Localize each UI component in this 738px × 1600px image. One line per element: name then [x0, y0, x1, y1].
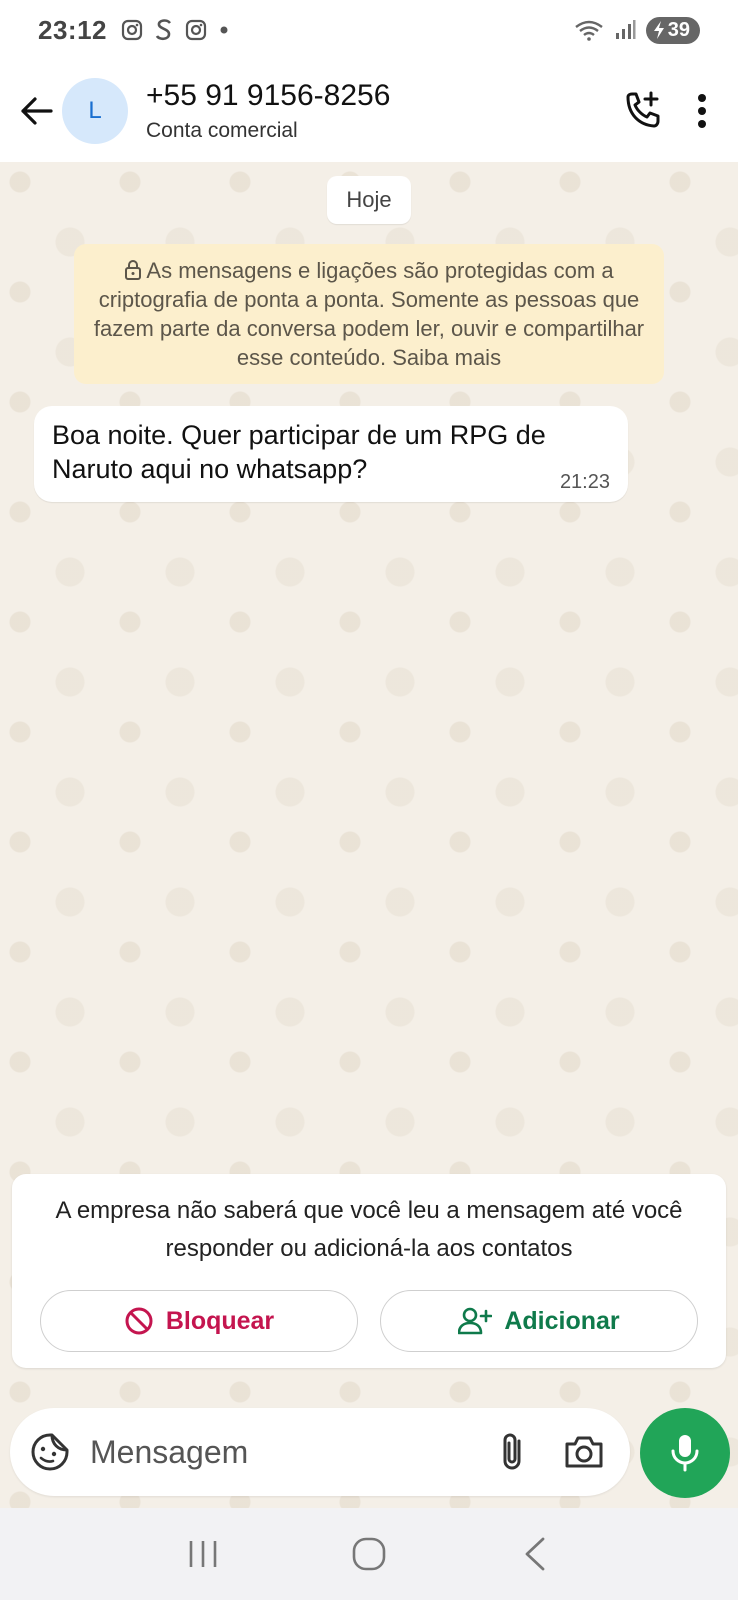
arrow-left-icon	[21, 97, 53, 125]
status-bar: 23:12 39	[0, 0, 738, 60]
message-composer	[10, 1408, 630, 1496]
instagram-icon	[121, 19, 143, 41]
message-bubble[interactable]: Boa noite. Quer participar de um RPG de …	[34, 406, 628, 502]
header-actions	[620, 89, 712, 133]
sticker-emoji-icon	[31, 1433, 69, 1471]
voice-message-button[interactable]	[640, 1408, 730, 1498]
business-notice-text: A empresa não saberá que você leu a mens…	[55, 1197, 683, 1262]
instagram-icon	[185, 19, 207, 41]
add-call-button[interactable]	[620, 89, 664, 133]
dot-icon	[220, 26, 228, 34]
sticker-button[interactable]	[28, 1430, 72, 1474]
system-nav-bar	[0, 1508, 738, 1600]
home-icon	[352, 1537, 386, 1571]
battery-indicator: 39	[645, 16, 700, 44]
message-text: Boa noite. Quer participar de um RPG de …	[52, 420, 546, 484]
more-vertical-icon	[698, 94, 706, 128]
chat-area[interactable]: Hoje As mensagens e ligações são protegi…	[0, 162, 738, 1508]
back-button[interactable]	[6, 81, 66, 141]
phone-add-icon	[626, 91, 660, 128]
recent-apps-button[interactable]	[173, 1524, 233, 1584]
signal-icon	[615, 20, 636, 39]
date-label: Hoje	[346, 187, 392, 212]
contact-name: +55 91 9156-8256	[146, 79, 391, 112]
encryption-notice-text: As mensagens e ligações são protegidas c…	[93, 258, 645, 370]
battery-charging-icon	[653, 21, 664, 39]
person-add-icon	[458, 1307, 493, 1335]
chat-header: L +55 91 9156-8256 Conta comercial	[0, 60, 738, 162]
microphone-icon	[671, 1435, 699, 1472]
recent-apps-icon	[189, 1541, 217, 1567]
encryption-notice[interactable]: As mensagens e ligações são protegidas c…	[74, 244, 664, 384]
block-icon	[125, 1307, 153, 1335]
avatar[interactable]: L	[62, 78, 128, 144]
contact-info[interactable]: +55 91 9156-8256 Conta comercial	[146, 79, 390, 143]
message-input[interactable]	[90, 1433, 450, 1471]
status-time: 23:12	[38, 14, 107, 45]
status-system-icons: 39	[574, 16, 700, 44]
camera-icon	[565, 1436, 603, 1468]
more-options-button[interactable]	[692, 89, 712, 133]
system-back-button[interactable]	[505, 1524, 565, 1584]
message-time: 21:23	[559, 471, 610, 493]
camera-button[interactable]	[562, 1430, 606, 1474]
add-contact-button-label: Adicionar	[504, 1306, 620, 1335]
lock-icon	[125, 260, 142, 280]
paperclip-icon	[503, 1433, 521, 1470]
date-chip: Hoje	[327, 176, 411, 224]
wifi-icon	[575, 20, 603, 41]
home-button[interactable]	[339, 1524, 399, 1584]
chevron-left-icon	[525, 1537, 545, 1571]
business-notice-card: A empresa não saberá que você leu a mens…	[12, 1174, 726, 1368]
add-contact-button[interactable]: Adicionar	[380, 1290, 698, 1352]
avatar-letter: L	[88, 97, 102, 124]
block-button[interactable]: Bloquear	[40, 1290, 358, 1352]
status-notification-icons	[121, 18, 229, 42]
block-button-label: Bloquear	[165, 1306, 275, 1335]
s-app-icon	[155, 19, 172, 41]
battery-level: 39	[667, 18, 690, 41]
contact-subtitle: Conta comercial	[146, 119, 298, 142]
attach-button[interactable]	[490, 1430, 534, 1474]
